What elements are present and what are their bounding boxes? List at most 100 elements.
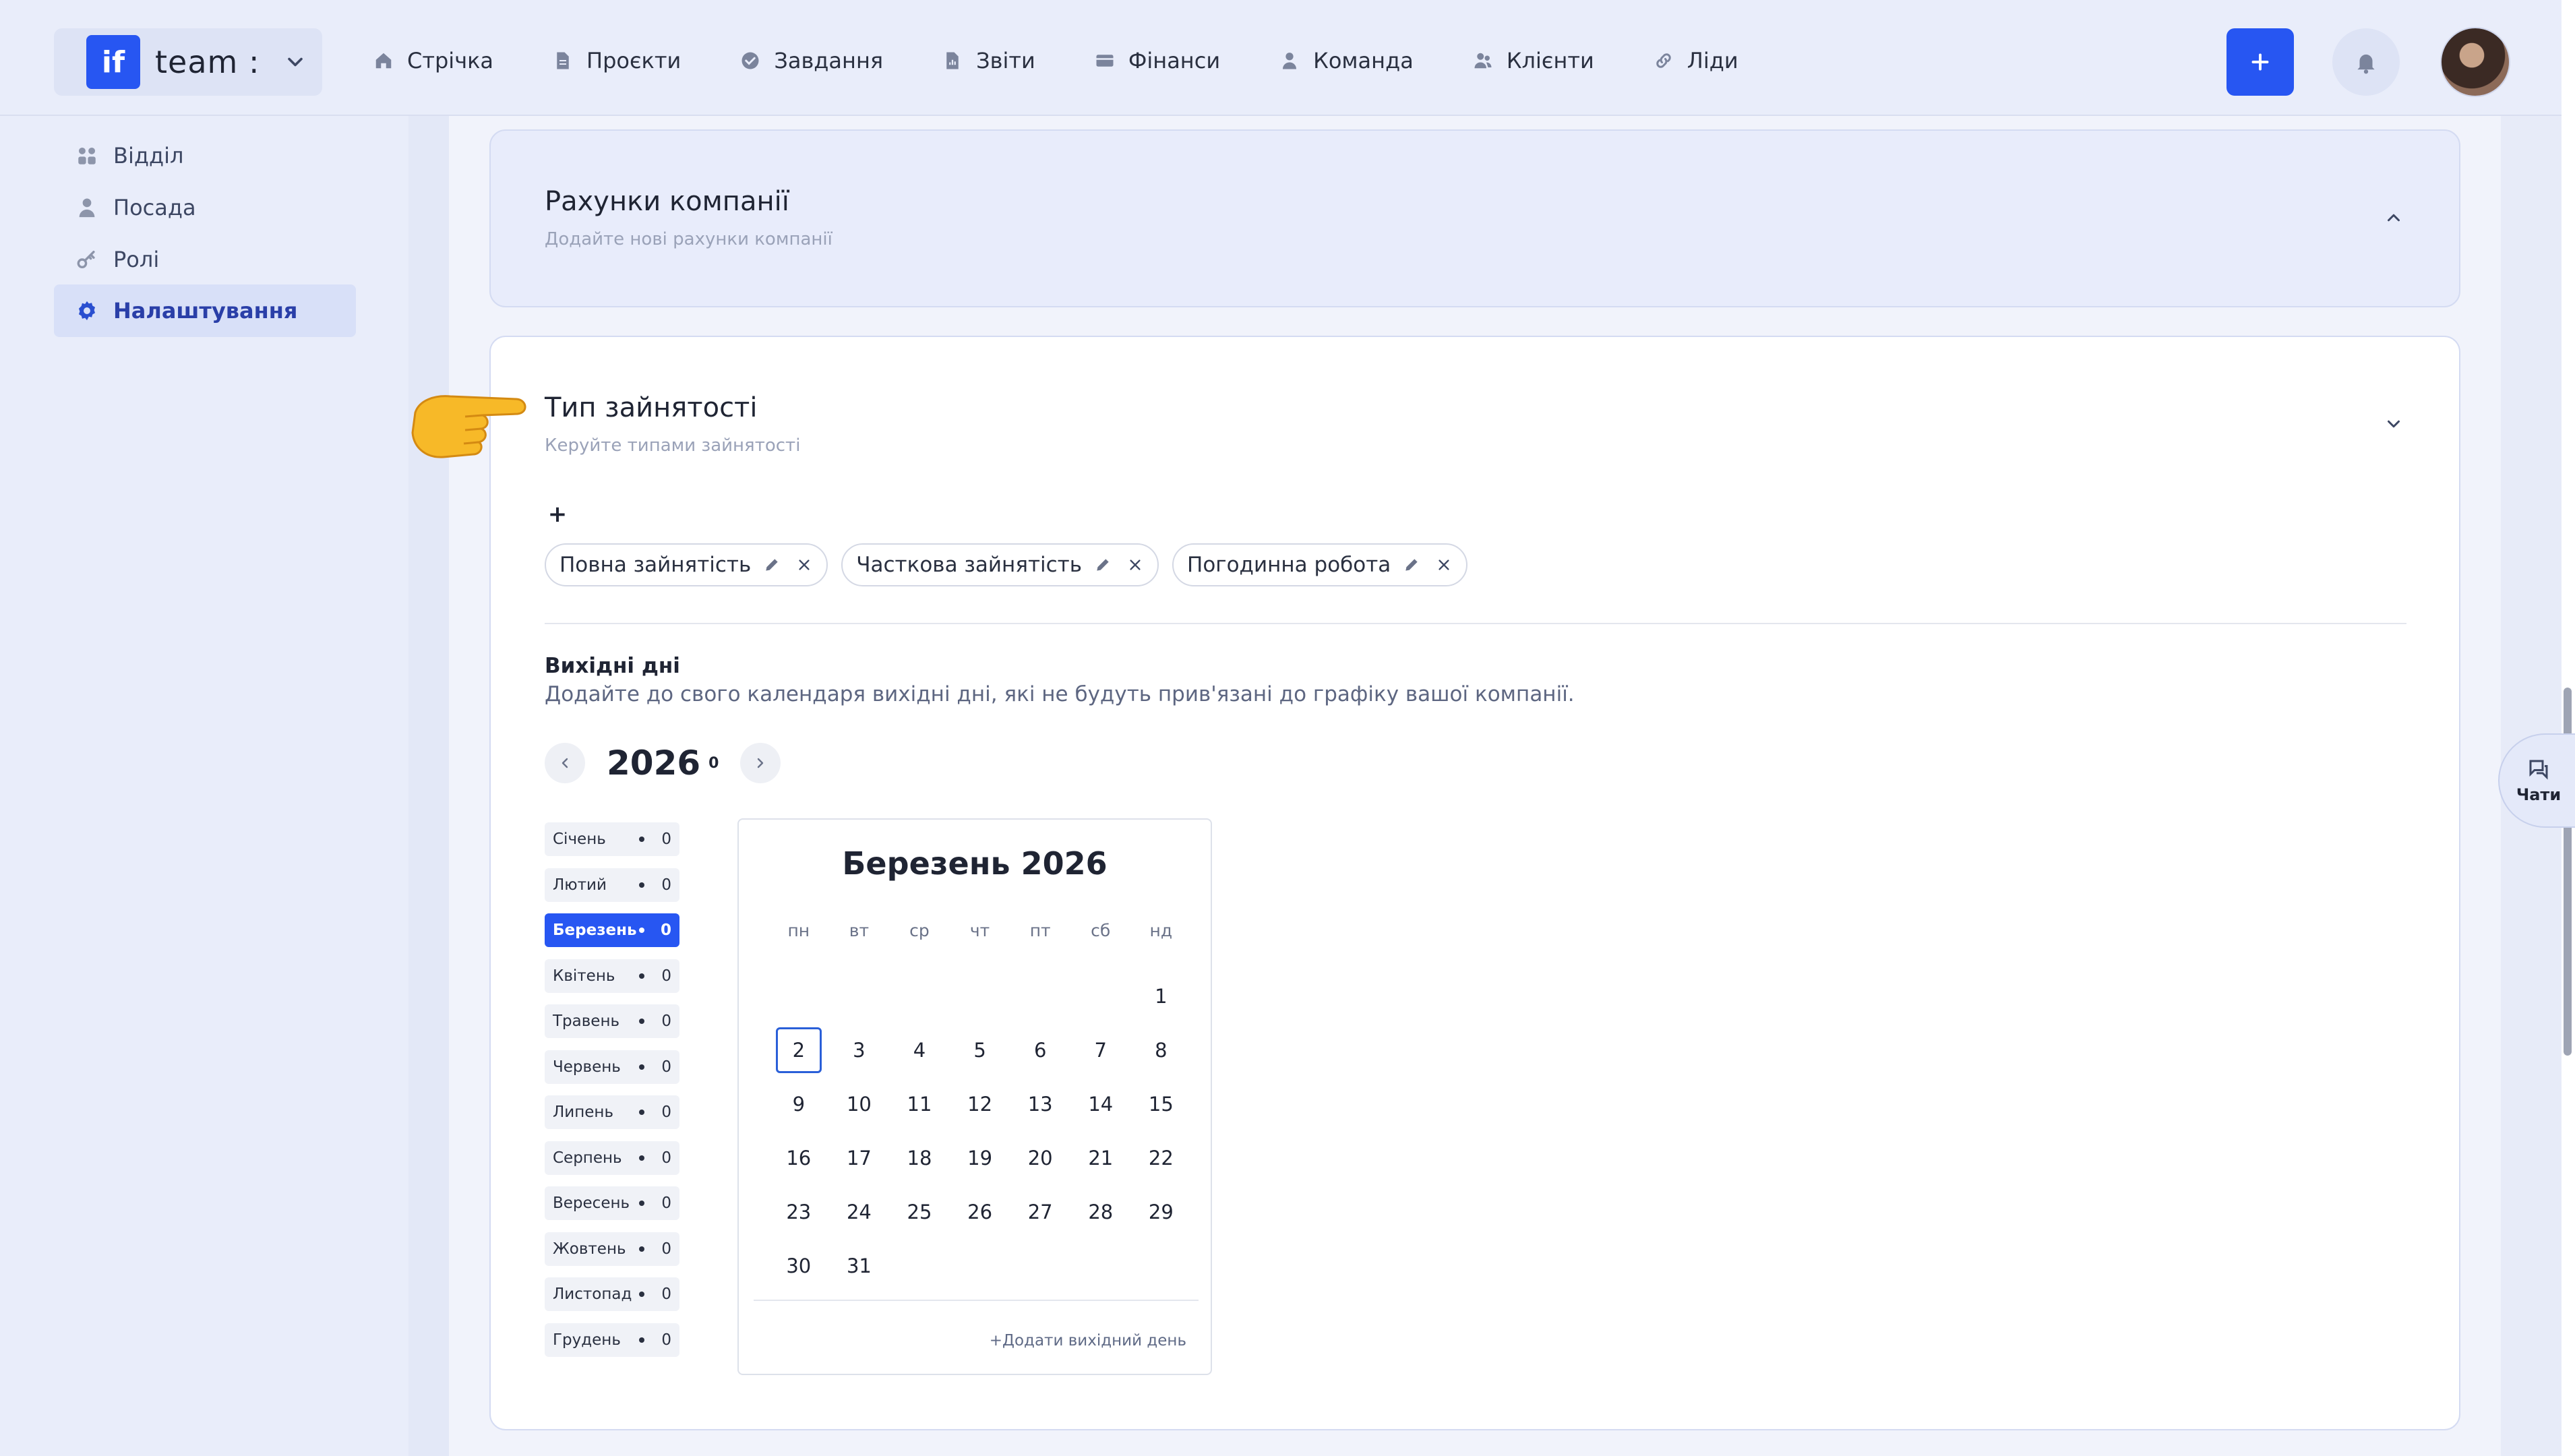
workspace-switcher[interactable]: if team : [54, 28, 322, 96]
day-number: 25 [907, 1201, 932, 1223]
edit-icon[interactable] [1403, 556, 1420, 574]
chevron-down-icon[interactable] [2384, 414, 2404, 434]
sidebar-item-department[interactable]: Відділ [54, 129, 356, 182]
calendar-day[interactable]: 29 [1131, 1185, 1192, 1239]
nav-item-clients[interactable]: Клієнти [1473, 48, 1594, 73]
month-item[interactable]: Січень 0 [545, 822, 679, 856]
month-holiday-count: 0 [661, 1331, 671, 1349]
sidebar-item-position[interactable]: Посада [54, 181, 356, 234]
calendar-day[interactable]: 21 [1070, 1131, 1131, 1185]
calendar-day[interactable]: 26 [950, 1185, 1010, 1239]
month-holiday-count: 0 [661, 1285, 671, 1303]
main-nav: Стрічка Проєкти Завдання Звіти Фінанси К… [373, 39, 1798, 82]
create-button[interactable] [2226, 28, 2294, 96]
calendar-day[interactable]: 8 [1131, 1023, 1192, 1077]
weekday-label: ср [909, 921, 930, 940]
close-icon[interactable] [1436, 557, 1451, 572]
month-item[interactable]: Вересень 0 [545, 1186, 679, 1220]
dot-icon [639, 1292, 644, 1297]
nav-item-feed[interactable]: Стрічка [373, 48, 493, 73]
month-item[interactable]: Листопад 0 [545, 1277, 679, 1311]
weekday-label: вт [849, 921, 870, 940]
calendar-day[interactable]: 28 [1070, 1185, 1131, 1239]
close-icon[interactable] [797, 557, 812, 572]
prev-year-button[interactable] [545, 743, 585, 783]
calendar-day[interactable]: 13 [1010, 1077, 1070, 1131]
month-name: Червень [553, 1058, 621, 1076]
calendar-day[interactable]: 18 [889, 1131, 950, 1185]
weekday-label: пн [787, 921, 810, 940]
calendar-day[interactable]: 6 [1010, 1023, 1070, 1077]
weekday-label: чт [969, 921, 990, 940]
chevron-right-icon [758, 758, 764, 768]
month-item[interactable]: Травень 0 [545, 1004, 679, 1038]
nav-item-label: Ліди [1687, 48, 1738, 73]
month-item[interactable]: Березень 0 [545, 913, 679, 947]
calendar-day[interactable]: 12 [950, 1077, 1010, 1131]
nav-item-projects[interactable]: Проєкти [553, 48, 681, 73]
add-holiday-button[interactable]: +Додати вихідний день [990, 1332, 1186, 1349]
calendar-divider [754, 1300, 1199, 1301]
edit-icon[interactable] [1094, 556, 1112, 574]
employment-type-chip: Часткова зайнятість [841, 543, 1159, 586]
month-item[interactable]: Серпень 0 [545, 1141, 679, 1175]
calendar-day[interactable]: 25 [889, 1185, 950, 1239]
nav-item-label: Стрічка [407, 48, 494, 73]
add-employment-type-button[interactable]: + [545, 501, 570, 528]
calendar-day[interactable]: 19 [950, 1131, 1010, 1185]
month-item[interactable]: Лютий 0 [545, 868, 679, 902]
nav-item-label: Фінанси [1128, 48, 1221, 73]
calendar-day[interactable]: 15 [1131, 1077, 1192, 1131]
card-title: Рахунки компанії [545, 186, 789, 217]
day-number: 5 [973, 1039, 986, 1062]
calendar-day[interactable]: 17 [829, 1131, 890, 1185]
month-item[interactable]: Квітень 0 [545, 959, 679, 993]
nav-item-finance[interactable]: Фінанси [1095, 48, 1220, 73]
company-accounts-card[interactable]: Рахунки компанії Додайте нові рахунки ко… [489, 129, 2460, 307]
month-item[interactable]: Червень 0 [545, 1050, 679, 1084]
calendar-day[interactable]: 1 [1131, 969, 1192, 1023]
calendar-day[interactable]: 11 [889, 1077, 950, 1131]
user-avatar[interactable] [2440, 27, 2510, 97]
top-bar: if team : Стрічка Проєкти Завдання Звіти… [0, 0, 2562, 116]
chevron-up-icon[interactable] [2384, 208, 2404, 228]
calendar-day[interactable]: 4 [889, 1023, 950, 1077]
dot-icon [639, 1337, 644, 1343]
calendar-day[interactable]: 10 [829, 1077, 890, 1131]
calendar-day[interactable]: 3 [829, 1023, 890, 1077]
calendar-day[interactable]: 5 [950, 1023, 1010, 1077]
month-item[interactable]: Липень 0 [545, 1095, 679, 1129]
chip-label: Часткова зайнятість [856, 553, 1083, 577]
next-year-button[interactable] [740, 743, 781, 783]
month-name: Травень [553, 1012, 620, 1030]
nav-item-leads[interactable]: Ліди [1654, 48, 1738, 73]
close-icon[interactable] [1128, 557, 1143, 572]
day-number: 1 [1155, 985, 1168, 1008]
calendar-day[interactable]: 7 [1070, 1023, 1131, 1077]
calendar-day[interactable]: 9 [768, 1077, 829, 1131]
notifications-button[interactable] [2332, 28, 2400, 96]
calendar-day[interactable]: 27 [1010, 1185, 1070, 1239]
nav-item-reports[interactable]: Звіти [942, 48, 1035, 73]
calendar-day[interactable]: 14 [1070, 1077, 1131, 1131]
day-number: 9 [792, 1093, 806, 1116]
calendar-day[interactable]: 22 [1131, 1131, 1192, 1185]
month-holiday-count: 0 [661, 1058, 671, 1076]
sidebar-item-settings[interactable]: Налаштування [54, 284, 356, 337]
nav-item-tasks[interactable]: Завдання [740, 48, 883, 73]
calendar-day[interactable]: 20 [1010, 1131, 1070, 1185]
calendar-day[interactable]: 31 [829, 1239, 890, 1293]
sidebar-item-roles[interactable]: Ролі [54, 233, 356, 286]
calendar-day[interactable]: 23 [768, 1185, 829, 1239]
calendar-day[interactable]: 30 [768, 1239, 829, 1293]
calendar-day-today[interactable]: 2 [768, 1023, 829, 1077]
month-item[interactable]: Жовтень 0 [545, 1232, 679, 1266]
edit-icon[interactable] [763, 556, 781, 574]
day-number: 23 [786, 1201, 812, 1223]
calendar-day[interactable]: 24 [829, 1185, 890, 1239]
month-name: Січень [553, 830, 606, 848]
calendar-day[interactable]: 16 [768, 1131, 829, 1185]
month-name: Листопад [553, 1285, 632, 1303]
month-item[interactable]: Грудень 0 [545, 1323, 679, 1357]
nav-item-team[interactable]: Команда [1279, 48, 1414, 73]
